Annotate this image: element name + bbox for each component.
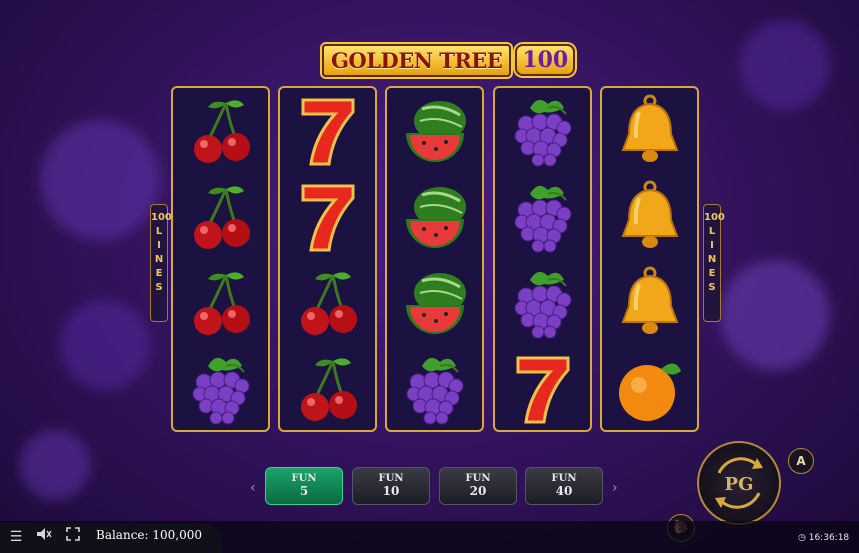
- bet-label: FUN: [378, 473, 404, 484]
- lines-count: 100: [704, 212, 725, 223]
- grapes-icon: [514, 99, 571, 167]
- grapes-icon: [514, 185, 571, 253]
- lines-count: 100: [151, 212, 172, 223]
- grapes-icon: [514, 271, 571, 339]
- cherries-icon: [300, 358, 357, 421]
- grapes-icon: [192, 357, 249, 425]
- game-title-number: 100: [515, 44, 576, 76]
- balance-display: Balance: 100,000: [96, 528, 202, 542]
- bell-icon: [621, 94, 678, 162]
- autoplay-button[interactable]: A: [788, 448, 814, 474]
- bell-symbol: [602, 174, 697, 260]
- cherries-symbol: [280, 260, 375, 346]
- bet-value: 5: [299, 484, 309, 498]
- grapes-symbol: [495, 260, 590, 346]
- bokeh-light: [60, 300, 150, 390]
- bokeh-light: [20, 430, 90, 500]
- bet-label: FUN: [551, 473, 577, 484]
- cherries-symbol: [173, 260, 268, 346]
- lines-word: LINES: [707, 226, 717, 293]
- reel-4: [493, 86, 592, 432]
- bell-icon: [621, 180, 678, 248]
- cherries-symbol: [173, 88, 268, 174]
- game-title: GOLDEN TREE: [322, 43, 512, 77]
- watermelon-icon: [405, 187, 466, 248]
- cherries-symbol: [280, 346, 375, 432]
- orange-symbol: [602, 346, 697, 432]
- balance-value: 100,000: [152, 528, 203, 542]
- lines-indicator-right: 100 LINES: [703, 204, 725, 322]
- bet-value: 20: [469, 484, 487, 498]
- bell-icon: [621, 266, 678, 334]
- reel-2: [278, 86, 377, 432]
- watermelon-icon: [405, 101, 466, 162]
- bet-prev-arrow[interactable]: ‹: [250, 480, 256, 496]
- watermelon-symbol: [387, 260, 482, 346]
- grapes-symbol: [387, 346, 482, 432]
- bokeh-light: [720, 260, 830, 370]
- bell-symbol: [602, 260, 697, 346]
- bokeh-light: [740, 20, 830, 110]
- game-title-logo: GOLDEN TREE 100: [322, 43, 576, 77]
- lines-indicator-left: 100 LINES: [150, 204, 172, 322]
- watermelon-symbol: [387, 174, 482, 260]
- cherries-icon: [193, 100, 250, 163]
- cherries-icon: [193, 186, 250, 249]
- watermelon-icon: [405, 273, 466, 334]
- menu-icon[interactable]: ☰: [6, 527, 26, 547]
- reel-5: [600, 86, 699, 432]
- reel-1: [171, 86, 270, 432]
- bet-button-1[interactable]: FUN 5: [265, 467, 343, 505]
- bet-label: FUN: [291, 473, 317, 484]
- fullscreen-icon[interactable]: [63, 527, 83, 547]
- seven-icon: [301, 98, 354, 166]
- spin-button[interactable]: PG: [697, 441, 781, 525]
- bet-button-3[interactable]: FUN 20: [439, 467, 517, 505]
- bokeh-light: [40, 120, 160, 240]
- watermelon-symbol: [387, 88, 482, 174]
- svg-text:PG: PG: [725, 474, 754, 495]
- orange-icon: [618, 363, 681, 421]
- balance-label: Balance:: [96, 528, 149, 542]
- grapes-symbol: [173, 346, 268, 432]
- spin-icon: PG: [715, 457, 763, 509]
- fullscreen-glyph: [66, 527, 80, 541]
- seven-symbol: [495, 346, 590, 432]
- bell-symbol: [602, 88, 697, 174]
- cherries-icon: [193, 272, 250, 335]
- bet-button-4[interactable]: FUN 40: [525, 467, 603, 505]
- bet-next-arrow[interactable]: ›: [612, 480, 618, 496]
- clock-time: 16:36:18: [808, 533, 850, 543]
- bet-button-2[interactable]: FUN 10: [352, 467, 430, 505]
- seven-symbol: [280, 88, 375, 174]
- seven-symbol: [280, 174, 375, 260]
- grapes-icon: [406, 357, 463, 425]
- reel-3: [385, 86, 484, 432]
- bet-value: 40: [555, 484, 573, 498]
- seven-icon: [516, 356, 569, 424]
- grapes-symbol: [495, 174, 590, 260]
- lines-word: LINES: [154, 226, 164, 293]
- speaker-icon: [37, 528, 52, 540]
- cherries-symbol: [173, 174, 268, 260]
- sound-icon[interactable]: [34, 527, 54, 547]
- grapes-symbol: [495, 88, 590, 174]
- clock: ◷ 16:36:18: [798, 533, 849, 543]
- seven-icon: [301, 184, 354, 252]
- bet-label: FUN: [465, 473, 491, 484]
- cherries-icon: [300, 272, 357, 335]
- clock-icon: ◷: [798, 533, 806, 543]
- bet-value: 10: [382, 484, 400, 498]
